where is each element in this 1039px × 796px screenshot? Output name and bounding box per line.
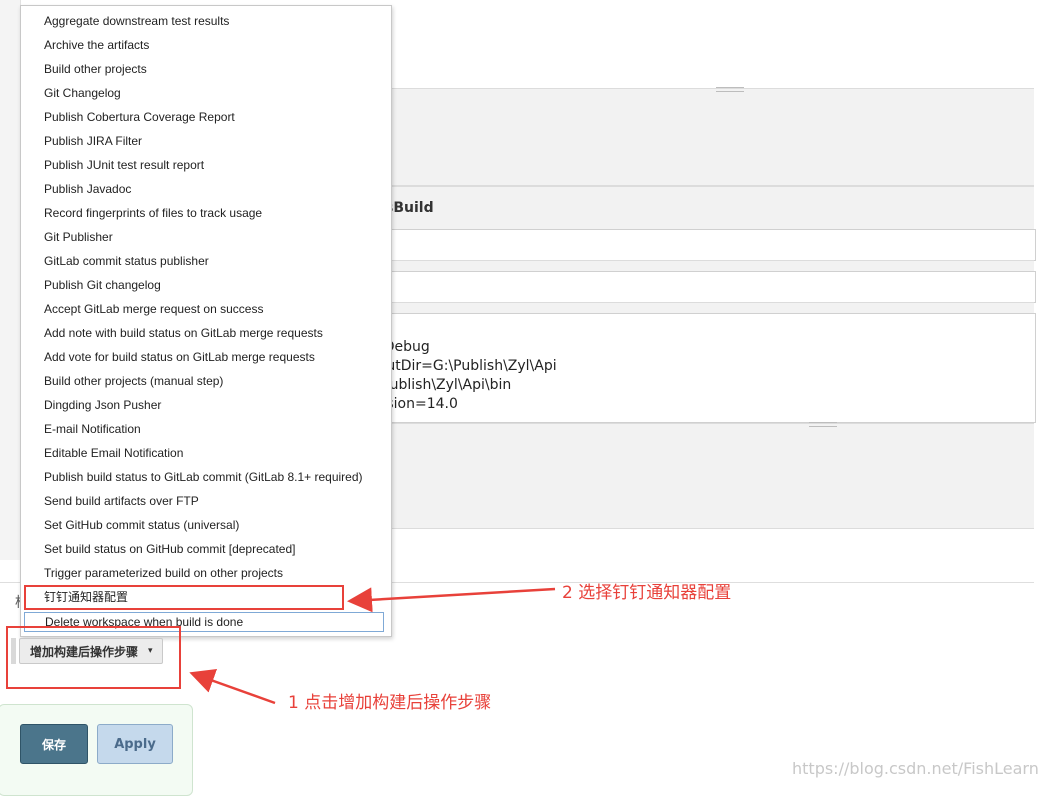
command-line-argument: :\Publish\Zyl\Api\bin: [372, 377, 512, 393]
menu-item[interactable]: Accept GitLab merge request on success: [44, 298, 263, 320]
menu-item[interactable]: Publish Cobertura Coverage Report: [44, 106, 235, 128]
apply-button[interactable]: Apply: [97, 724, 173, 764]
menu-item[interactable]: Trigger parameterized build on other pro…: [44, 562, 283, 584]
highlight-box-dingding-item: [24, 585, 344, 610]
menu-item[interactable]: Send build artifacts over FTP: [44, 490, 199, 512]
msbuild-version-field[interactable]: [380, 229, 1036, 261]
resize-grip-icon[interactable]: [716, 87, 744, 92]
post-build-actions-menu: Aggregate downstream test results Archiv…: [20, 5, 392, 637]
menu-item[interactable]: Add vote for build status on GitLab merg…: [44, 346, 315, 368]
menu-item[interactable]: Build other projects: [44, 58, 147, 80]
menu-item[interactable]: Build other projects (manual step): [44, 370, 223, 392]
menu-item[interactable]: GitLab commit status publisher: [44, 250, 209, 272]
arrow-to-add-step-button-icon: [189, 668, 276, 705]
menu-item[interactable]: Aggregate downstream test results: [44, 10, 229, 32]
menu-item[interactable]: Git Publisher: [44, 226, 113, 248]
menu-item[interactable]: E-mail Notification: [44, 418, 141, 440]
project-file-field[interactable]: [380, 271, 1036, 303]
menu-item[interactable]: Record fingerprints of files to track us…: [44, 202, 262, 224]
menu-item[interactable]: Publish JUnit test result report: [44, 154, 204, 176]
menu-item[interactable]: Editable Email Notification: [44, 442, 183, 464]
menu-item[interactable]: Publish JIRA Filter: [44, 130, 142, 152]
menu-item[interactable]: Publish Git changelog: [44, 274, 161, 296]
menu-item[interactable]: Publish build status to GitLab commit (G…: [44, 466, 363, 488]
command-line-argument: tputDir=G:\Publish\Zyl\Api: [372, 358, 557, 374]
menu-item[interactable]: Publish Javadoc: [44, 178, 131, 200]
resize-grip-icon[interactable]: [809, 422, 837, 427]
menu-item[interactable]: Archive the artifacts: [44, 34, 149, 56]
menu-item[interactable]: Add note with build status on GitLab mer…: [44, 322, 323, 344]
save-button[interactable]: 保存: [20, 724, 88, 764]
annotation-step-2: 2 选择钉钉通知器配置: [562, 583, 732, 603]
menu-item[interactable]: Dingding Json Pusher: [44, 394, 161, 416]
highlight-box-add-step-button: [6, 626, 181, 689]
menu-item[interactable]: Set build status on GitHub commit [depre…: [44, 538, 295, 560]
annotation-step-1: 1 点击增加构建后操作步骤: [288, 693, 492, 713]
menu-item[interactable]: Git Changelog: [44, 82, 121, 104]
left-sidebar-strip: [0, 0, 21, 560]
section-title: sBuild: [385, 200, 434, 216]
watermark: https://blog.csdn.net/FishLearning: [792, 759, 1039, 778]
menu-item[interactable]: Set GitHub commit status (universal): [44, 514, 239, 536]
